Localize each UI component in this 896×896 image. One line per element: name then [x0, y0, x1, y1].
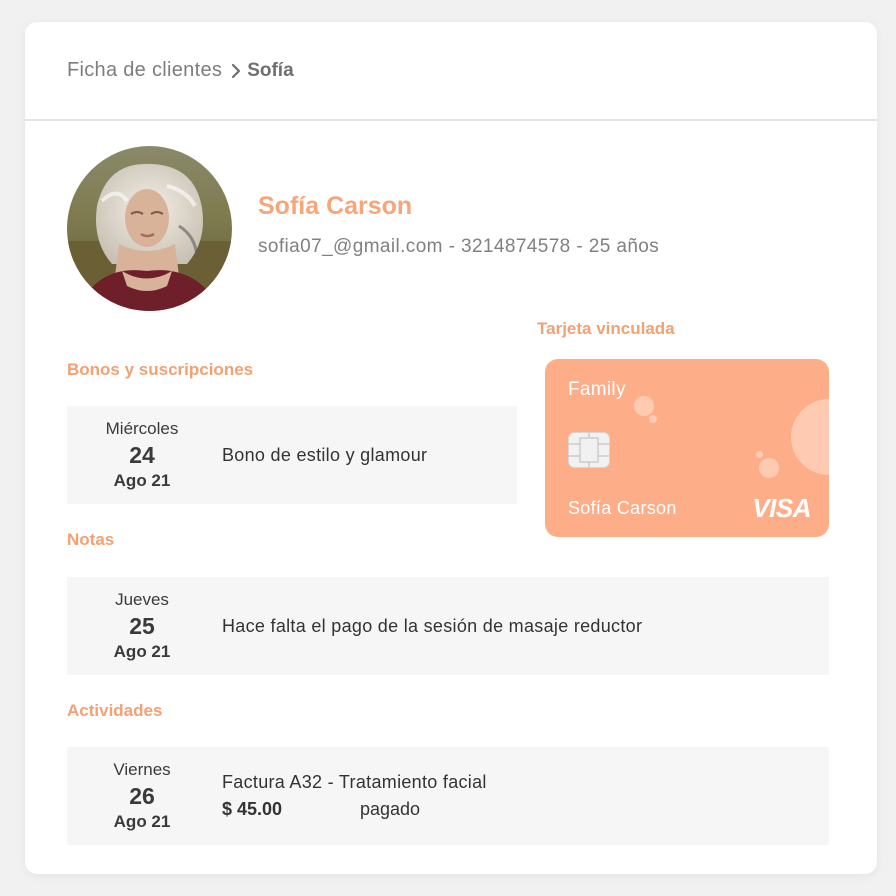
date-day: Jueves	[115, 590, 169, 609]
linked-visa-card[interactable]: Family Sofía Carson VISA	[545, 359, 829, 537]
client-profile-card: Ficha de clientes Sofía Sofía Carson sof…	[25, 22, 877, 874]
card-decor-bubble	[634, 396, 654, 416]
invoice-payment: $ 45.00 pagado	[222, 799, 487, 820]
date-block: Miércoles 24 Ago 21	[67, 418, 217, 492]
card-type: Family	[568, 379, 626, 400]
invoice-amount: $ 45.00	[222, 799, 283, 819]
date-month: Ago 21	[113, 471, 171, 490]
actividades-section-title: Actividades	[67, 701, 163, 720]
profile-name: Sofía Carson	[258, 192, 413, 220]
card-decor-bubble	[791, 399, 829, 475]
date-month: Ago 21	[113, 812, 171, 831]
note-text: Hace falta el pago de la sesión de masaj…	[222, 615, 643, 636]
profile-contact-info: sofia07_@gmail.com - 3214874578 - 25 año…	[258, 236, 660, 257]
card-decor-bubble	[649, 415, 657, 423]
list-item[interactable]: Viernes 26 Ago 21 Factura A32 - Tratamie…	[67, 747, 829, 845]
date-block: Viernes 26 Ago 21	[67, 759, 217, 833]
invoice-title: Factura A32 - Tratamiento facial	[222, 772, 487, 792]
list-item[interactable]: Jueves 25 Ago 21 Hace falta el pago de l…	[67, 577, 829, 675]
avatar	[67, 146, 232, 311]
bonos-section-title: Bonos y suscripciones	[67, 360, 254, 379]
bono-description: Bono de estilo y glamour	[222, 444, 428, 465]
list-item[interactable]: Miércoles 24 Ago 21 Bono de estilo y gla…	[67, 406, 517, 504]
notas-section-title: Notas	[67, 530, 115, 549]
date-day: Miércoles	[105, 419, 179, 438]
linked-card-title: Tarjeta vinculada	[537, 319, 675, 338]
activity-details: Factura A32 - Tratamiento facial $ 45.00…	[222, 772, 487, 820]
date-month: Ago 21	[113, 642, 171, 661]
visa-logo-icon: VISA	[752, 493, 811, 523]
breadcrumb-root-link[interactable]: Ficha de clientes	[67, 59, 222, 82]
chevron-right-icon	[230, 61, 244, 81]
card-decor-bubble	[759, 458, 779, 478]
card-decor-bubble	[756, 451, 763, 458]
date-day: Viernes	[113, 760, 171, 779]
date-block: Jueves 25 Ago 21	[67, 589, 217, 663]
date-number: 26	[129, 783, 155, 809]
chip-icon	[568, 432, 610, 472]
breadcrumb-current: Sofía	[247, 59, 294, 81]
payment-status: pagado	[360, 799, 421, 819]
card-holder-name: Sofía Carson	[568, 498, 677, 518]
date-number: 25	[129, 613, 155, 639]
date-number: 24	[129, 442, 155, 468]
header: Ficha de clientes Sofía	[25, 22, 877, 121]
